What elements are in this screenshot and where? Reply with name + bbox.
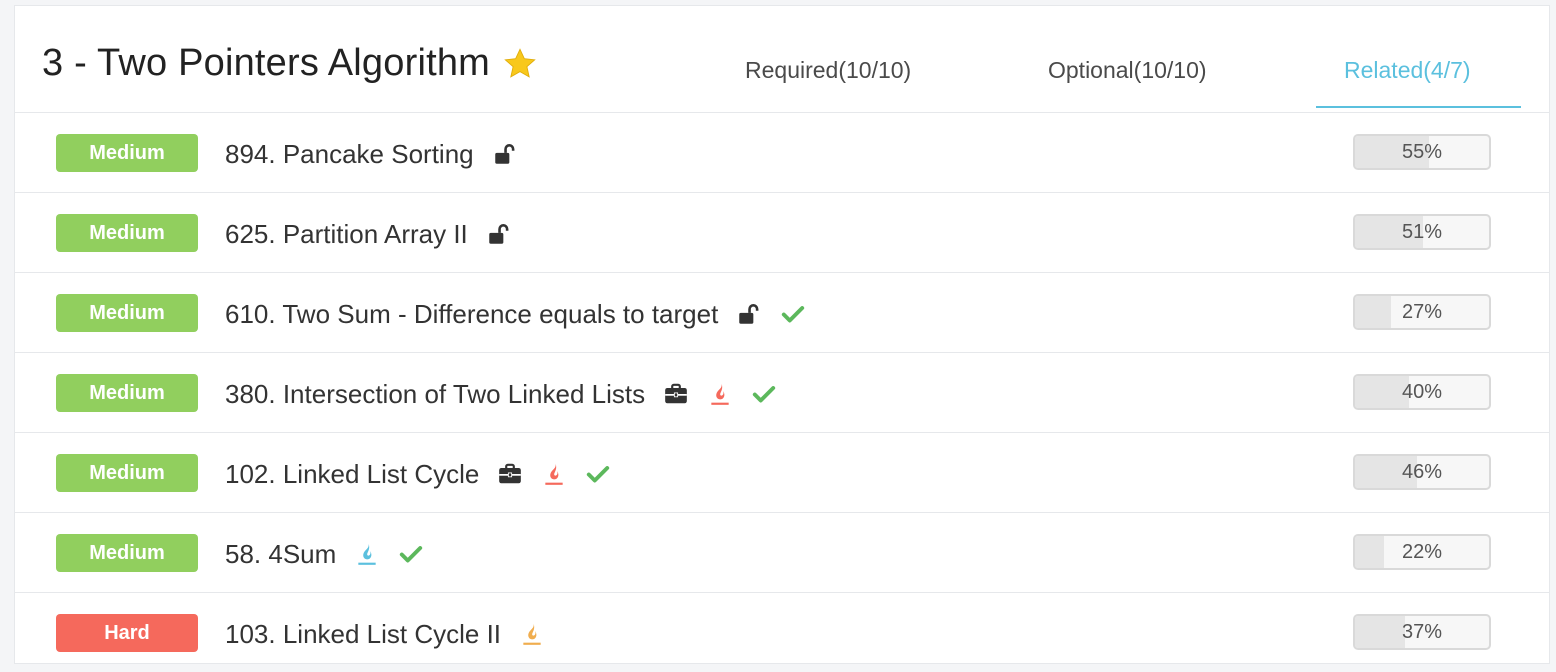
- acceptance-progress: 22%: [1353, 534, 1491, 570]
- briefcase-icon: [663, 381, 689, 407]
- check-icon: [585, 461, 611, 487]
- problem-row[interactable]: Medium 610. Two Sum - Difference equals t…: [15, 273, 1549, 353]
- problem-title-link[interactable]: 103. Linked List Cycle II: [225, 619, 501, 650]
- problem-row[interactable]: Medium 625. Partition Array II 51%: [15, 193, 1549, 273]
- card-header: 3 - Two Pointers Algorithm Required(10/1…: [15, 6, 1549, 113]
- flame-red-icon: [541, 461, 567, 487]
- difficulty-badge: Medium: [56, 294, 198, 332]
- check-icon: [780, 301, 806, 327]
- problem-title-link[interactable]: 894. Pancake Sorting: [225, 139, 474, 170]
- problem-info: 102. Linked List Cycle: [225, 457, 611, 491]
- tab-optional[interactable]: Optional(10/10): [1048, 57, 1207, 84]
- star-icon[interactable]: [502, 46, 538, 82]
- acceptance-rate: 27%: [1401, 301, 1443, 323]
- problem-title-link[interactable]: 380. Intersection of Two Linked Lists: [225, 379, 645, 410]
- problem-row[interactable]: Medium 894. Pancake Sorting 55%: [15, 113, 1549, 193]
- flame-yellow-icon: [519, 621, 545, 647]
- tab-required[interactable]: Required(10/10): [745, 57, 911, 84]
- difficulty-badge: Medium: [56, 374, 198, 412]
- problem-info: 103. Linked List Cycle II: [225, 617, 545, 651]
- acceptance-progress: 40%: [1353, 374, 1491, 410]
- flame-blue-icon: [354, 541, 380, 567]
- problem-title-link[interactable]: 625. Partition Array II: [225, 219, 468, 250]
- unlock-icon: [736, 301, 762, 327]
- problem-info: 58. 4Sum: [225, 537, 424, 571]
- acceptance-progress: 46%: [1353, 454, 1491, 490]
- acceptance-progress: 27%: [1353, 294, 1491, 330]
- problem-title-link[interactable]: 102. Linked List Cycle: [225, 459, 479, 490]
- problem-row[interactable]: Medium 58. 4Sum 22%: [15, 513, 1549, 593]
- problem-row[interactable]: Medium 102. Linked List Cycle 46%: [15, 433, 1549, 513]
- briefcase-icon: [497, 461, 523, 487]
- acceptance-progress: 51%: [1353, 214, 1491, 250]
- acceptance-rate: 37%: [1401, 621, 1443, 643]
- acceptance-rate: 51%: [1401, 221, 1443, 243]
- problem-info: 894. Pancake Sorting: [225, 137, 518, 171]
- problem-list: Medium 894. Pancake Sorting 55% Medium 625. …: [15, 113, 1549, 672]
- problem-info: 610. Two Sum - Difference equals to targ…: [225, 297, 806, 331]
- problem-info: 625. Partition Array II: [225, 217, 512, 251]
- tab-related[interactable]: Related(4/7): [1344, 57, 1471, 84]
- difficulty-badge: Hard: [56, 614, 198, 652]
- acceptance-rate: 55%: [1401, 141, 1443, 163]
- check-icon: [751, 381, 777, 407]
- difficulty-badge: Medium: [56, 454, 198, 492]
- difficulty-badge: Medium: [56, 534, 198, 572]
- problem-title-link[interactable]: 610. Two Sum - Difference equals to targ…: [225, 299, 718, 330]
- problem-row[interactable]: Medium 380. Intersection of Two Linked Li…: [15, 353, 1549, 433]
- check-icon: [398, 541, 424, 567]
- unlock-icon: [486, 221, 512, 247]
- active-tab-indicator: [1316, 106, 1521, 108]
- flame-red-icon: [707, 381, 733, 407]
- problem-title-link[interactable]: 58. 4Sum: [225, 539, 336, 570]
- problem-row[interactable]: Hard 103. Linked List Cycle II 37%: [15, 593, 1549, 672]
- problem-info: 380. Intersection of Two Linked Lists: [225, 377, 777, 411]
- acceptance-progress: 55%: [1353, 134, 1491, 170]
- difficulty-badge: Medium: [56, 214, 198, 252]
- acceptance-rate: 22%: [1401, 541, 1443, 563]
- difficulty-badge: Medium: [56, 134, 198, 172]
- problem-set-card: 3 - Two Pointers Algorithm Required(10/1…: [14, 5, 1550, 664]
- unlock-icon: [492, 141, 518, 167]
- page-title: 3 - Two Pointers Algorithm: [42, 42, 538, 85]
- acceptance-progress: 37%: [1353, 614, 1491, 650]
- page-title-text: 3 - Two Pointers Algorithm: [42, 42, 491, 84]
- acceptance-rate: 46%: [1401, 461, 1443, 483]
- acceptance-rate: 40%: [1401, 381, 1443, 403]
